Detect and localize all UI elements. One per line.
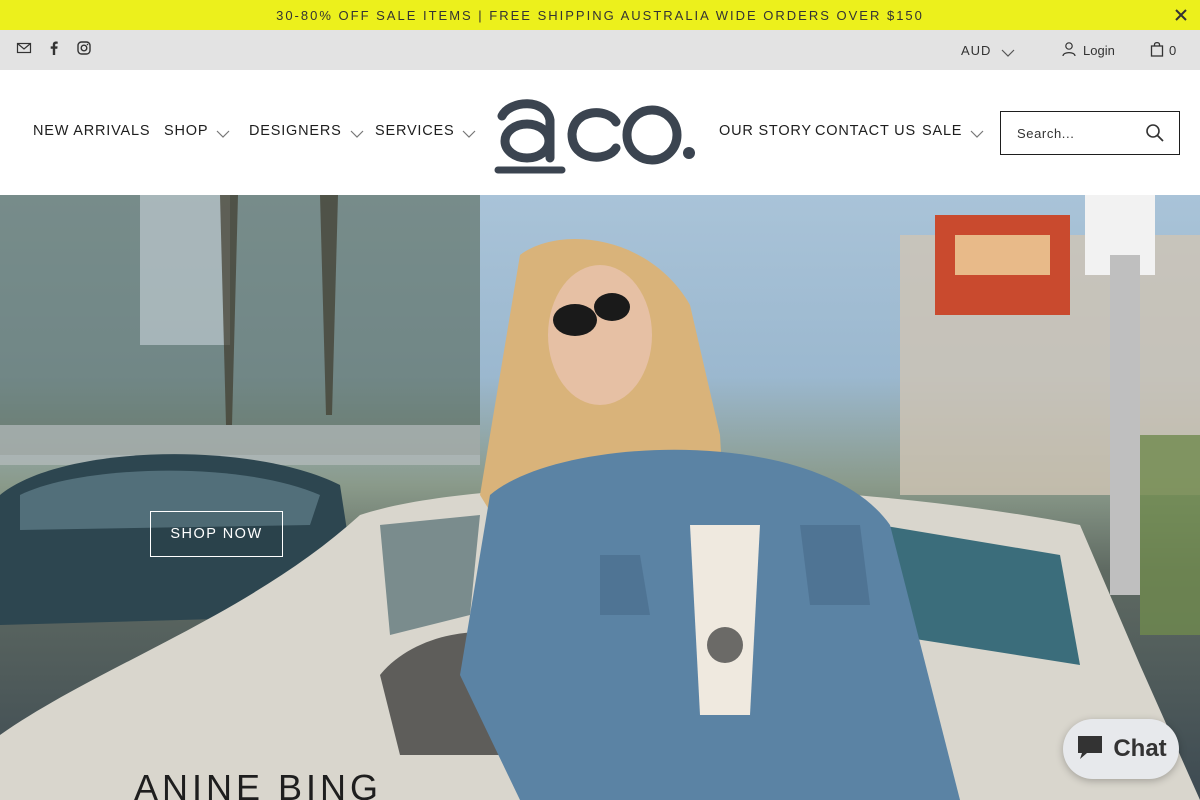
chat-bubble-icon [1075,733,1105,766]
login-link[interactable]: Login [1061,41,1115,60]
cart-count: 0 [1169,43,1177,58]
facebook-icon[interactable] [46,40,62,56]
nav-our-story[interactable]: OUR STORY [719,123,812,139]
search-box [1000,111,1180,155]
user-icon [1061,41,1077,60]
nav-sale[interactable]: SALE [922,123,984,139]
nav-label: DESIGNERS [249,123,342,139]
site-logo[interactable] [494,86,700,178]
nav-services[interactable]: SERVICES [375,123,476,139]
nav-label: SERVICES [375,123,455,139]
site-header: NEW ARRIVALS SHOP DESIGNERS SERVICES OUR… [0,70,1200,195]
nav-label: NEW ARRIVALS [33,123,151,139]
nav-label: SHOP [164,123,209,139]
shop-now-button[interactable]: SHOP NOW [150,511,283,557]
social-links [16,40,92,56]
login-label: Login [1083,43,1115,58]
hero-brand-title: ANINE BING [134,767,383,800]
email-icon[interactable] [16,40,32,56]
nav-designers[interactable]: DESIGNERS [249,123,364,139]
nav-label: CONTACT US [815,123,916,139]
shopping-bag-icon [1150,41,1164,60]
search-icon[interactable] [1145,123,1165,143]
nav-new-arrivals[interactable]: NEW ARRIVALS [33,123,150,139]
hero-image [0,195,1200,800]
search-input[interactable] [1001,113,1137,153]
instagram-icon[interactable] [76,40,92,56]
currency-selector[interactable]: AUD [961,43,1015,58]
utility-bar: AUD Login 0 [0,30,1200,70]
chevron-down-icon [216,127,230,138]
chat-label: Chat [1113,735,1167,762]
chat-button[interactable]: Chat [1063,719,1179,779]
cart-link[interactable]: 0 [1150,41,1176,60]
chevron-down-icon [350,127,364,138]
nav-contact-us[interactable]: CONTACT US [815,123,916,139]
nav-label: SALE [922,123,963,139]
currency-label: AUD [961,43,992,58]
hero-banner[interactable]: SHOP NOW ANINE BING [0,195,1200,800]
nav-label: OUR STORY [719,123,812,139]
nav-shop[interactable]: SHOP [164,123,230,139]
announcement-text: 30-80% OFF SALE ITEMS | FREE SHIPPING AU… [276,7,924,23]
chevron-down-icon [970,127,984,138]
chevron-down-icon [462,127,476,138]
chevron-down-icon [1001,46,1015,57]
announcement-bar: 30-80% OFF SALE ITEMS | FREE SHIPPING AU… [0,0,1200,30]
close-icon[interactable] [1172,6,1190,24]
